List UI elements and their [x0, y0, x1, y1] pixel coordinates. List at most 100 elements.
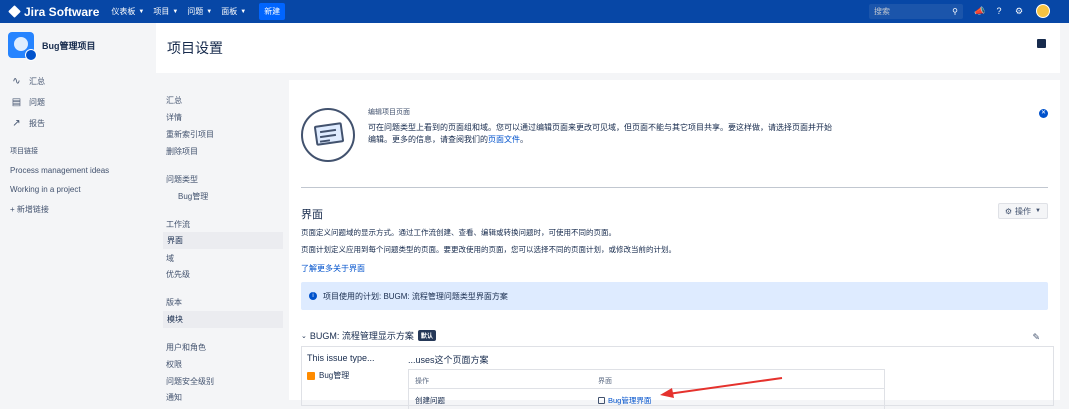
search-icon: ⚲ [952, 7, 958, 16]
search-placeholder: 搜索 [874, 7, 890, 16]
issues-icon: ▤ [11, 97, 22, 108]
settings-gear-icon[interactable]: ⚙ [1013, 5, 1025, 17]
subnav-components[interactable]: 模块 [163, 311, 283, 328]
subnav-issue-types[interactable]: 问题类型 [166, 174, 198, 185]
nav-boards[interactable]: 面板 ▼ [221, 6, 246, 17]
screen-scheme-table: 操作 界面 创建问题 Bug管理界面 [408, 369, 885, 409]
subnav-users-roles[interactable]: 用户和角色 [166, 342, 206, 353]
page-docs-link[interactable]: 页面文件 [488, 135, 520, 144]
issue-type-label: Bug管理 [319, 371, 350, 380]
page-title: 项目设置 [167, 40, 223, 56]
banner-title: 编辑项目页面 [368, 109, 410, 116]
learn-more-link[interactable]: 了解更多关于界面 [301, 263, 365, 274]
nav-projects[interactable]: 项目 ▼ [153, 6, 178, 17]
scheme-panel: This issue type... ...uses这个页面方案 Bug管理 操… [301, 346, 1054, 409]
project-avatar-icon [8, 32, 37, 61]
project-name: Bug管理项目 [42, 40, 96, 51]
page-header: 项目设置 [156, 23, 1060, 73]
project-link-process[interactable]: Process management ideas [10, 166, 156, 175]
sidebar-item-issues[interactable]: ▤ 问题 [0, 92, 156, 113]
chevron-down-icon: ▼ [1035, 208, 1041, 214]
subnav-priorities[interactable]: 优先级 [166, 269, 190, 280]
row-operation: 创建问题 [415, 396, 445, 405]
jira-logo[interactable]: Jira Software [8, 5, 99, 19]
chevron-down-icon: ▼ [206, 8, 213, 15]
info-message: i 项目使用的计划: BUGM: 流程管理问题类型界面方案 [301, 282, 1048, 310]
help-icon[interactable]: ? [993, 5, 1005, 17]
banner-text-end: 。 [520, 135, 528, 144]
subnav-summary[interactable]: 汇总 [166, 95, 182, 106]
sidebar-item-label: 问题 [29, 98, 45, 107]
close-icon[interactable]: ✕ [1039, 109, 1048, 118]
plus-icon: + [10, 205, 17, 214]
chart-icon: ↗ [12, 118, 21, 129]
table-header-row: 操作 界面 [409, 370, 884, 389]
sidebar-item-label: 报告 [29, 119, 45, 128]
add-link-button[interactable]: + 新增链接 [10, 204, 156, 215]
sidebar-item-label: 汇总 [29, 77, 45, 86]
page-gutter [1060, 23, 1069, 400]
subnav-versions[interactable]: 版本 [166, 297, 182, 308]
subnav-permissions[interactable]: 权限 [166, 359, 182, 370]
scheme-header[interactable]: ⌄ BUGM: 流程管理显示方案 默认 [301, 329, 436, 342]
default-badge: 默认 [417, 330, 436, 341]
bug-issue-type-icon [307, 371, 315, 380]
gear-icon: ⚙ [1004, 206, 1013, 216]
user-avatar[interactable] [1036, 4, 1050, 18]
sidebar-item-reports[interactable]: ↗ 报告 [0, 113, 156, 134]
subnav-issue-security[interactable]: 问题安全级别 [166, 376, 214, 387]
issue-type-item[interactable]: Bug管理 [307, 370, 349, 381]
subnav-reindex[interactable]: 重新索引项目 [166, 129, 214, 140]
row-screen-link[interactable]: Bug管理界面 [598, 395, 651, 406]
subnav-notifications[interactable]: 通知 [166, 392, 182, 403]
chevron-down-icon: ▼ [240, 8, 247, 15]
subnav-issue-type-bug[interactable]: Bug管理 [178, 191, 208, 202]
info-icon: i [309, 292, 317, 300]
nav-dashboards-label: 仪表板 [111, 7, 136, 16]
sidebar-item-summary[interactable]: ∿ 汇总 [0, 71, 156, 92]
top-navigation: Jira Software 仪表板 ▼ 项目 ▼ 问题 ▼ 面板 ▼ 新建 搜索 ⚲ 📣… [0, 0, 1069, 23]
chevron-down-icon: ⌄ [301, 332, 307, 340]
chevron-down-icon: ▼ [172, 8, 179, 15]
screen-icon [598, 397, 605, 404]
actions-dropdown-button[interactable]: ⚙ 操作 ▼ [997, 203, 1048, 219]
chevron-down-icon: ▼ [138, 8, 145, 15]
banner-text: 可在问题类型上看到的页面组和域。您可以通过编辑页面来更改可见域，但页面不能与其它… [368, 122, 838, 146]
screens-description: 页面定义问题域的显示方式。通过工作流创建、查看、编辑或转换问题时，可使用不同的页… [301, 228, 616, 237]
edit-page-illustration [301, 108, 355, 162]
divider [301, 187, 1048, 188]
notifications-icon[interactable]: 📣 [974, 5, 986, 17]
nav-menu: 仪表板 ▼ 项目 ▼ 问题 ▼ 面板 ▼ 新建 [111, 3, 286, 20]
column-header-screen: 界面 [598, 378, 612, 385]
subnav-details[interactable]: 详情 [166, 112, 182, 123]
banner-text-body: 可在问题类型上看到的页面组和域。您可以通过编辑页面来更改可见域，但页面不能与其它… [368, 123, 832, 144]
create-button[interactable]: 新建 [259, 3, 286, 20]
info-text: 项目使用的计划: BUGM: 流程管理问题类型界面方案 [323, 291, 508, 301]
nav-dashboards[interactable]: 仪表板 ▼ [111, 6, 144, 17]
pulse-icon: ∿ [12, 76, 21, 87]
scheme-description: 页面计划定义应用到每个问题类型的页面。要更改使用的页面，您可以选择不同的页面计划… [301, 245, 676, 254]
main-content: 编辑项目页面 可在问题类型上看到的页面组和域。您可以通过编辑页面来更改可见域，但… [289, 80, 1060, 409]
search-input[interactable]: 搜索 ⚲ [869, 4, 963, 19]
scheme-title: BUGM: 流程管理显示方案 [309, 331, 414, 341]
nav-issues[interactable]: 问题 ▼ [187, 6, 212, 17]
subnav-delete-project[interactable]: 删除项目 [166, 146, 198, 157]
actions-label: 操作 [1015, 206, 1032, 216]
section-title: 界面 [301, 209, 323, 221]
row-screen-label: Bug管理界面 [608, 396, 652, 405]
issue-type-column-label: This issue type... [307, 353, 375, 363]
scheme-column-label: ...uses这个页面方案 [408, 355, 489, 365]
subnav-screens[interactable]: 界面 [163, 232, 283, 249]
project-link-working[interactable]: Working in a project [10, 185, 156, 194]
subnav-workflows[interactable]: 工作流 [166, 219, 190, 230]
feedback-icon[interactable] [1037, 39, 1046, 48]
pencil-edit-icon[interactable]: ✎ [1032, 332, 1040, 343]
project-header[interactable]: Bug管理项目 [0, 23, 156, 67]
add-link-label: 新增链接 [16, 205, 49, 214]
sidebar-nav: ∿ 汇总 ▤ 问题 ↗ 报告 [0, 71, 156, 134]
subnav-fields[interactable]: 域 [166, 253, 174, 264]
column-header-operation: 操作 [415, 378, 429, 385]
project-sidebar: Bug管理项目 ∿ 汇总 ▤ 问题 ↗ 报告 项目链接 Process managem… [0, 23, 156, 400]
nav-issues-label: 问题 [187, 7, 204, 16]
nav-projects-label: 项目 [153, 7, 170, 16]
